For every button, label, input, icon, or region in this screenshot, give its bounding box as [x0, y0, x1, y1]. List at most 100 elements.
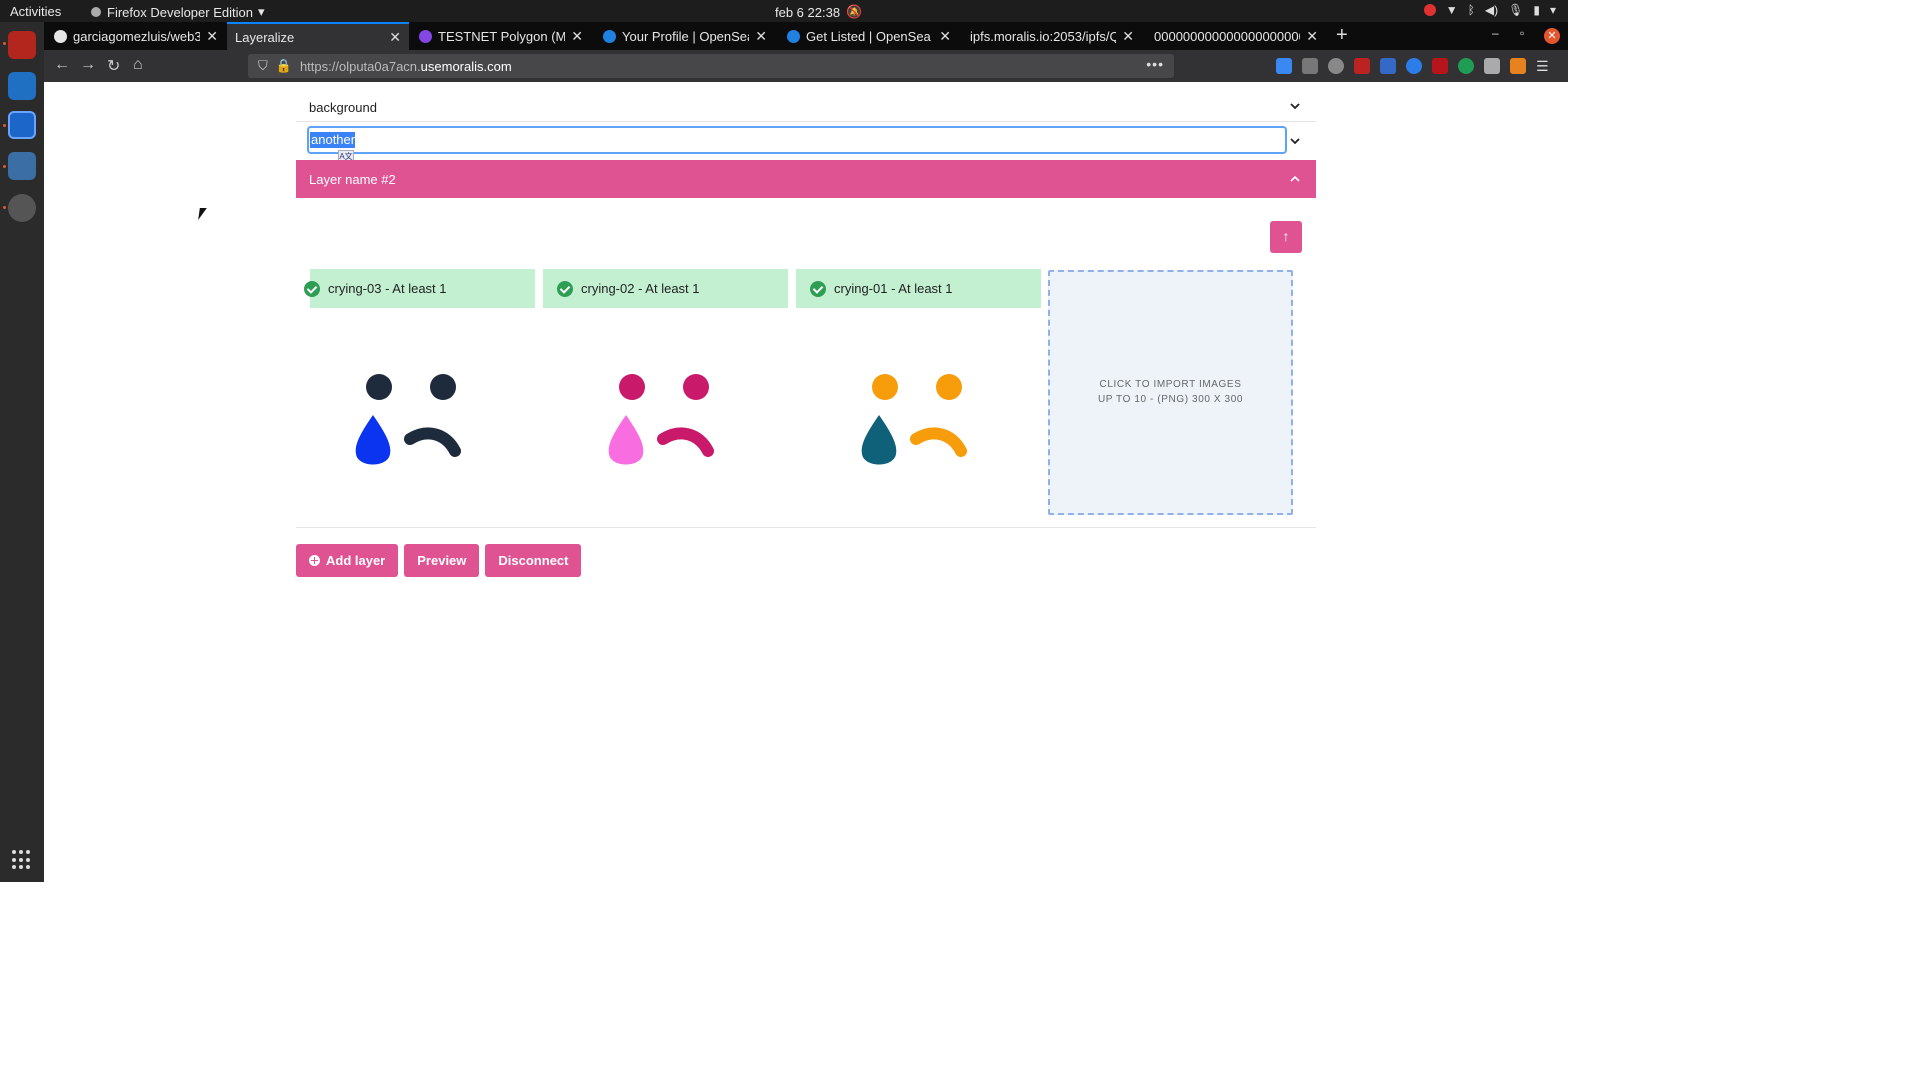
- tab-title: Your Profile | OpenSea: [622, 28, 750, 44]
- close-window-button[interactable]: ✕: [1544, 28, 1560, 44]
- action-bar: Add layer Preview Disconnect: [296, 544, 582, 577]
- minimize-window-icon[interactable]: –: [1492, 26, 1499, 40]
- navigation-bar: ← → ↻ ⌂ ⛉ 🔒 https://olputa0a7acn.usemora…: [44, 50, 1568, 82]
- check-circle-icon: [557, 280, 573, 297]
- dock-app-vscode-icon[interactable]: [8, 72, 36, 100]
- tab-title: Layeralize: [235, 29, 295, 45]
- system-top-bar: Activities Firefox Developer Edition ▾ f…: [0, 0, 1568, 22]
- dock-app-firefox-icon[interactable]: [8, 111, 36, 139]
- extension-icon[interactable]: [1302, 58, 1318, 74]
- trait-card-header[interactable]: crying-02 - At least 1: [543, 269, 788, 308]
- page-content: background another A文 Layer name #2 ↑ cr…: [44, 82, 1568, 882]
- tab-title: ipfs.moralis.io:2053/ipfs/Qm: [970, 28, 1117, 44]
- apps-grid-icon[interactable]: [1484, 58, 1500, 74]
- running-indicator: [3, 165, 6, 168]
- close-icon[interactable]: ✕: [1122, 28, 1134, 45]
- restore-window-icon[interactable]: ▫: [1520, 26, 1524, 40]
- tab-layeralize[interactable]: Layeralize ✕: [227, 22, 409, 50]
- running-indicator: [3, 206, 6, 209]
- add-layer-button[interactable]: Add layer: [296, 544, 399, 577]
- wifi-icon: ▼: [1445, 3, 1458, 17]
- microphone-icon: 🎙: [1508, 3, 1524, 17]
- extension-icon[interactable]: [1458, 58, 1474, 74]
- url-bar[interactable]: ⛉ 🔒 https://olputa0a7acn.usemoralis.com …: [248, 54, 1174, 78]
- downloads-icon[interactable]: [1276, 58, 1292, 74]
- tab-title: TESTNET Polygon (MATIC: [438, 28, 566, 44]
- chevron-down-icon[interactable]: [1290, 101, 1300, 111]
- check-circle-icon: [304, 280, 320, 297]
- home-icon[interactable]: ⌂: [133, 56, 143, 74]
- trait-image-crying-02: [608, 374, 714, 465]
- arrow-up-icon: ↑: [1282, 228, 1290, 244]
- layer-accordion-header[interactable]: Layer name #2: [296, 160, 1316, 198]
- chevron-down-icon[interactable]: [1290, 136, 1300, 146]
- dropzone-title: CLICK TO IMPORT IMAGES: [1099, 379, 1242, 390]
- preview-button[interactable]: Preview: [404, 544, 480, 577]
- move-layer-up-button[interactable]: ↑: [1270, 221, 1302, 253]
- forward-arrow-icon[interactable]: →: [80, 56, 96, 74]
- lock-icon: 🔒: [275, 58, 292, 73]
- trait-card-header[interactable]: crying-03 - At least 1: [304, 269, 535, 308]
- back-arrow-icon[interactable]: ←: [54, 56, 70, 74]
- extension-icon[interactable]: [1354, 58, 1370, 74]
- show-apps-icon[interactable]: [12, 850, 32, 870]
- tab-github[interactable]: garciagomezluis/web3-e ✕: [46, 22, 226, 50]
- trait-card: crying-03 - At least 1: [304, 269, 535, 488]
- layer-background-row[interactable]: background: [296, 88, 1316, 122]
- opensea-icon: [787, 29, 800, 43]
- activities-button[interactable]: Activities: [10, 4, 61, 19]
- disconnect-button[interactable]: Disconnect: [485, 544, 582, 577]
- close-icon[interactable]: ✕: [389, 29, 401, 46]
- tab-title: Get Listed | OpenSea: [806, 28, 931, 44]
- app-menu[interactable]: Firefox Developer Edition ▾: [90, 4, 265, 20]
- dock-app-settings-icon[interactable]: [8, 194, 36, 222]
- close-icon[interactable]: ✕: [755, 28, 767, 45]
- accordion-title: Layer name #2: [309, 172, 396, 187]
- dock-app-slides-icon[interactable]: [8, 31, 36, 59]
- add-layer-label: Add layer: [326, 553, 386, 568]
- new-tab-button[interactable]: +: [1336, 24, 1348, 47]
- dock: [0, 22, 44, 882]
- layer-name-input[interactable]: [307, 126, 1287, 154]
- translate-icon[interactable]: [1380, 58, 1396, 74]
- notifications-muted-icon: 🔕: [846, 4, 863, 19]
- chevron-up-icon[interactable]: [1290, 174, 1300, 184]
- tab-zeros[interactable]: 0000000000000000000000 ✕: [1146, 22, 1326, 50]
- close-icon[interactable]: ✕: [1306, 28, 1318, 45]
- close-icon[interactable]: ✕: [939, 28, 951, 45]
- app-menu-label: Firefox Developer Edition: [107, 4, 253, 20]
- close-icon[interactable]: ✕: [571, 28, 583, 45]
- extension-icon[interactable]: [1406, 58, 1422, 74]
- clock[interactable]: feb 6 22:38 🔕: [775, 4, 862, 20]
- tab-polygon-testnet[interactable]: TESTNET Polygon (MATIC ✕: [411, 22, 591, 50]
- tab-opensea-get-listed[interactable]: Get Listed | OpenSea ✕: [779, 22, 959, 50]
- layer-background-label: background: [309, 100, 377, 115]
- mouse-cursor-icon: [198, 208, 207, 220]
- plus-circle-icon: [309, 555, 320, 566]
- trait-card: crying-01 - At least 1: [796, 269, 1041, 488]
- opensea-icon: [603, 29, 616, 43]
- running-indicator: [3, 124, 6, 127]
- clock-label: feb 6 22:38: [775, 4, 841, 20]
- tab-title: garciagomezluis/web3-e: [73, 28, 201, 44]
- bluetooth-icon: ᛒ: [1467, 3, 1475, 17]
- divider: [296, 527, 1316, 528]
- trait-card-header[interactable]: crying-01 - At least 1: [796, 269, 1041, 308]
- tab-ipfs[interactable]: ipfs.moralis.io:2053/ipfs/Qm ✕: [962, 22, 1142, 50]
- layer-name-row: another A文: [296, 124, 1316, 164]
- tab-opensea-profile[interactable]: Your Profile | OpenSea ✕: [595, 22, 775, 50]
- extension-icon[interactable]: [1328, 58, 1344, 74]
- page-actions-icon[interactable]: •••: [1146, 56, 1164, 72]
- battery-icon: ▮: [1533, 3, 1540, 17]
- system-tray[interactable]: ▼ ᛒ ◀) 🎙 ▮ ▾: [1423, 3, 1556, 17]
- image-import-dropzone[interactable]: CLICK TO IMPORT IMAGES UP TO 10 - (PNG) …: [1048, 270, 1293, 515]
- metamask-icon[interactable]: [1510, 58, 1526, 74]
- record-indicator-icon: [1423, 4, 1436, 16]
- reload-icon[interactable]: ↻: [107, 56, 120, 76]
- firefox-icon: [91, 7, 101, 17]
- dock-app-remote-desktop-icon[interactable]: [8, 152, 36, 180]
- close-icon[interactable]: ✕: [206, 28, 218, 45]
- running-indicator: [3, 42, 6, 45]
- ublock-icon[interactable]: [1432, 58, 1448, 74]
- menu-icon[interactable]: ☰: [1536, 58, 1552, 74]
